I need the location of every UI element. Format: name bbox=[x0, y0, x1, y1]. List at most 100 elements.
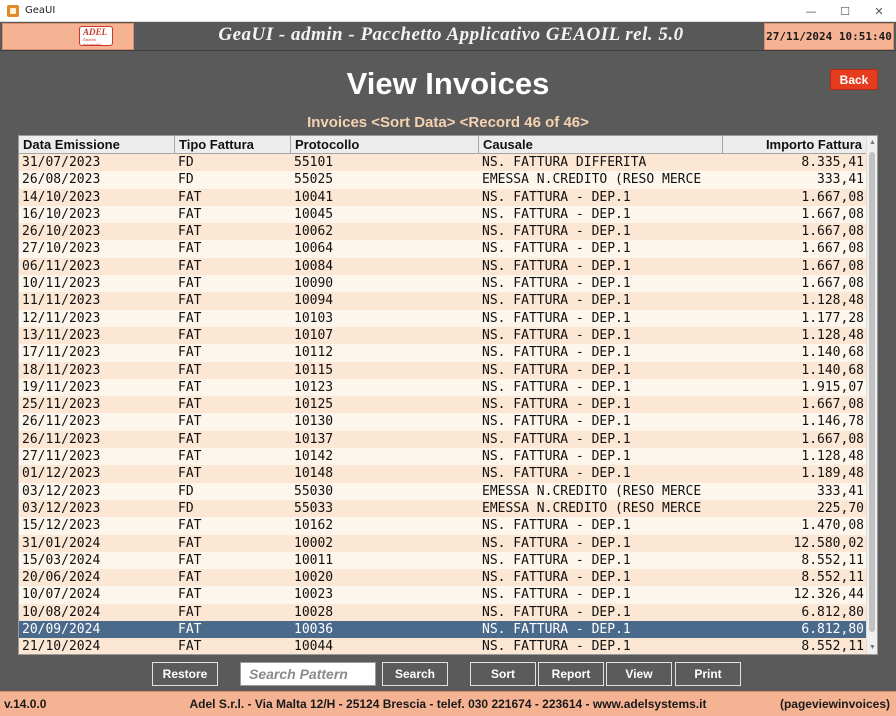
table-row[interactable]: 17/11/2023 FAT 10112 NS. FATTURA - DEP.1 1.1… bbox=[19, 344, 867, 362]
table-row[interactable]: 03/12/2023 FD 55030 EMESSA N.CREDITO (RESO … bbox=[19, 482, 867, 500]
table-row[interactable]: 31/07/2023 FD 55101 NS. FATTURA DIFFERITA 8.… bbox=[19, 154, 867, 172]
cell-protocollo: 10115 bbox=[294, 362, 334, 378]
cell-importo-fattura: 8.552,11 bbox=[801, 570, 864, 586]
table-row[interactable]: 19/11/2023 FAT 10123 NS. FATTURA - DEP.1 1.9… bbox=[19, 378, 867, 397]
table-row[interactable]: 11/11/2023 FAT 10094 NS. FATTURA - DEP.1 1.1… bbox=[19, 292, 867, 310]
cell-causale: NS. FATTURA - DEP.1 bbox=[482, 535, 631, 551]
column-header-data-emissione[interactable]: Data Emissione bbox=[19, 136, 175, 154]
cell-data-emissione: 17/11/2023 bbox=[22, 345, 101, 361]
cell-importo-fattura: 8.552,11 bbox=[801, 552, 864, 568]
cell-data-emissione: 15/12/2023 bbox=[22, 518, 101, 534]
scroll-down-icon[interactable]: ▼ bbox=[869, 644, 876, 651]
cell-data-emissione: 11/11/2023 bbox=[22, 293, 101, 309]
cell-importo-fattura: 8.335,41 bbox=[801, 155, 864, 170]
cell-protocollo: 10107 bbox=[294, 327, 334, 343]
cell-data-emissione: 15/03/2024 bbox=[22, 552, 101, 568]
table-row[interactable]: 31/01/2024 FAT 10002 NS. FATTURA - DEP.1 12.… bbox=[19, 534, 867, 552]
table-row[interactable]: 16/10/2023 FAT 10045 NS. FATTURA - DEP.1 1.6… bbox=[19, 205, 867, 224]
column-header-tipo-fattura[interactable]: Tipo Fattura bbox=[175, 136, 291, 154]
table-row[interactable]: 15/03/2024 FAT 10011 NS. FATTURA - DEP.1 8.5… bbox=[19, 551, 867, 570]
cell-protocollo: 10084 bbox=[294, 258, 334, 274]
cell-causale: NS. FATTURA - DEP.1 bbox=[482, 258, 631, 274]
sort-button[interactable]: Sort bbox=[470, 662, 536, 686]
table-row[interactable]: 26/11/2023 FAT 10130 NS. FATTURA - DEP.1 1.1… bbox=[19, 413, 867, 431]
cell-importo-fattura: 1.189,48 bbox=[801, 466, 864, 482]
table-row[interactable]: 21/10/2024 FAT 10044 NS. FATTURA - DEP.1 8.5… bbox=[19, 638, 867, 655]
table-row[interactable]: 01/12/2023 FAT 10148 NS. FATTURA - DEP.1 1.1… bbox=[19, 465, 867, 483]
cell-causale: NS. FATTURA - DEP.1 bbox=[482, 189, 631, 205]
vertical-scrollbar[interactable]: ▲ ▼ bbox=[866, 136, 877, 654]
column-header-causale[interactable]: Causale bbox=[479, 136, 723, 154]
cell-tipo-fattura: FD bbox=[178, 172, 194, 188]
cell-causale: EMESSA N.CREDITO (RESO MERCE bbox=[482, 172, 702, 188]
table-row[interactable]: 12/11/2023 FAT 10103 NS. FATTURA - DEP.1 1.1… bbox=[19, 309, 867, 327]
table-row[interactable]: 20/09/2024 FAT 10036 NS. FATTURA - DEP.1 6.8… bbox=[19, 621, 867, 639]
table-row[interactable]: 06/11/2023 FAT 10084 NS. FATTURA - DEP.1 1.6… bbox=[19, 257, 867, 276]
cell-tipo-fattura: FAT bbox=[178, 414, 202, 430]
scroll-up-icon[interactable]: ▲ bbox=[869, 139, 876, 146]
table-row[interactable]: 10/11/2023 FAT 10090 NS. FATTURA - DEP.1 1.6… bbox=[19, 275, 867, 293]
table-row[interactable]: 27/11/2023 FAT 10142 NS. FATTURA - DEP.1 1.1… bbox=[19, 448, 867, 466]
table-row[interactable]: 10/08/2024 FAT 10028 NS. FATTURA - DEP.1 6.8… bbox=[19, 603, 867, 622]
invoices-table[interactable]: Data Emissione Tipo Fattura Protocollo C… bbox=[18, 135, 878, 655]
table-row[interactable]: 13/11/2023 FAT 10107 NS. FATTURA - DEP.1 1.1… bbox=[19, 326, 867, 345]
cell-importo-fattura: 1.667,08 bbox=[801, 397, 864, 413]
column-header-importo-fattura[interactable]: Importo Fattura bbox=[723, 136, 867, 154]
cell-causale: NS. FATTURA - DEP.1 bbox=[482, 414, 631, 430]
close-button[interactable]: ✕ bbox=[862, 0, 896, 22]
cell-tipo-fattura: FAT bbox=[178, 570, 202, 586]
print-button[interactable]: Print bbox=[675, 662, 741, 686]
search-input[interactable] bbox=[240, 662, 376, 686]
cell-data-emissione: 03/12/2023 bbox=[22, 500, 101, 516]
search-button[interactable]: Search bbox=[382, 662, 448, 686]
cell-causale: NS. FATTURA - DEP.1 bbox=[482, 379, 631, 395]
cell-tipo-fattura: FAT bbox=[178, 449, 202, 465]
table-row[interactable]: 10/07/2024 FAT 10023 NS. FATTURA - DEP.1 12.… bbox=[19, 586, 867, 604]
table-row[interactable]: 25/11/2023 FAT 10125 NS. FATTURA - DEP.1 1.6… bbox=[19, 396, 867, 414]
cell-importo-fattura: 333,41 bbox=[817, 483, 864, 499]
cell-importo-fattura: 8.552,11 bbox=[801, 639, 864, 655]
view-button[interactable]: View bbox=[606, 662, 672, 686]
cell-protocollo: 10023 bbox=[294, 587, 334, 603]
cell-causale: EMESSA N.CREDITO (RESO MERCE bbox=[482, 483, 702, 499]
cell-protocollo: 10045 bbox=[294, 206, 334, 222]
cell-protocollo: 10130 bbox=[294, 414, 334, 430]
cell-importo-fattura: 1.177,28 bbox=[801, 310, 864, 326]
logo-text: ADEL bbox=[83, 27, 108, 37]
column-header-protocollo[interactable]: Protocollo bbox=[291, 136, 479, 154]
cell-protocollo: 10064 bbox=[294, 241, 334, 257]
restore-button[interactable]: Restore bbox=[152, 662, 218, 686]
cell-causale: NS. FATTURA - DEP.1 bbox=[482, 587, 631, 603]
minimize-button[interactable]: — bbox=[794, 0, 828, 22]
maximize-button[interactable]: ☐ bbox=[828, 0, 862, 22]
cell-importo-fattura: 1.667,08 bbox=[801, 431, 864, 447]
cell-data-emissione: 10/11/2023 bbox=[22, 276, 101, 292]
scroll-thumb[interactable] bbox=[869, 152, 875, 632]
cell-importo-fattura: 12.326,44 bbox=[793, 587, 864, 603]
table-row[interactable]: 03/12/2023 FD 55033 EMESSA N.CREDITO (RESO … bbox=[19, 499, 867, 518]
cell-data-emissione: 20/06/2024 bbox=[22, 570, 101, 586]
cell-protocollo: 10062 bbox=[294, 224, 334, 240]
table-row[interactable]: 27/10/2023 FAT 10064 NS. FATTURA - DEP.1 1.6… bbox=[19, 240, 867, 258]
cell-causale: NS. FATTURA - DEP.1 bbox=[482, 224, 631, 240]
datetime-display: 27/11/2024 10:51:40 bbox=[764, 23, 894, 50]
table-row[interactable]: 14/10/2023 FAT 10041 NS. FATTURA - DEP.1 1.6… bbox=[19, 188, 867, 206]
table-row[interactable]: 26/10/2023 FAT 10062 NS. FATTURA - DEP.1 1.6… bbox=[19, 223, 867, 241]
report-button[interactable]: Report bbox=[538, 662, 604, 686]
table-row[interactable]: 15/12/2023 FAT 10162 NS. FATTURA - DEP.1 1.4… bbox=[19, 517, 867, 535]
cell-importo-fattura: 1.128,48 bbox=[801, 327, 864, 343]
table-row[interactable]: 26/08/2023 FD 55025 EMESSA N.CREDITO (RESO … bbox=[19, 171, 867, 189]
cell-importo-fattura: 1.140,68 bbox=[801, 345, 864, 361]
back-button[interactable]: Back bbox=[830, 69, 878, 90]
table-row[interactable]: 20/06/2024 FAT 10020 NS. FATTURA - DEP.1 8.5… bbox=[19, 569, 867, 587]
cell-importo-fattura: 1.146,78 bbox=[801, 414, 864, 430]
cell-protocollo: 55030 bbox=[294, 483, 334, 499]
cell-causale: NS. FATTURA - DEP.1 bbox=[482, 518, 631, 534]
table-body: 31/07/2023 FD 55101 NS. FATTURA DIFFERITA 8.… bbox=[19, 154, 867, 655]
table-row[interactable]: 26/11/2023 FAT 10137 NS. FATTURA - DEP.1 1.6… bbox=[19, 430, 867, 449]
cell-tipo-fattura: FAT bbox=[178, 224, 202, 240]
cell-protocollo: 10125 bbox=[294, 397, 334, 413]
cell-causale: NS. FATTURA - DEP.1 bbox=[482, 241, 631, 257]
table-row[interactable]: 18/11/2023 FAT 10115 NS. FATTURA - DEP.1 1.1… bbox=[19, 361, 867, 379]
cell-data-emissione: 20/09/2024 bbox=[22, 622, 101, 638]
